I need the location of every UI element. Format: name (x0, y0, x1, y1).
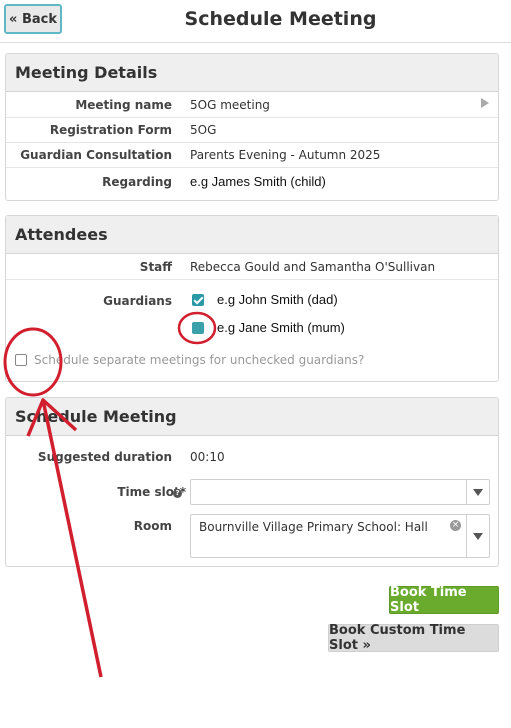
attendees-panel: Attendees Staff Rebecca Gould and Samant… (5, 215, 499, 382)
play-arrow-icon[interactable] (481, 98, 489, 108)
guardian-consultation-label: Guardian Consultation (20, 148, 172, 162)
room-select[interactable]: Bournville Village Primary School: Hall … (190, 514, 490, 558)
staff-value: Rebecca Gould and Samantha O'Sullivan (190, 260, 436, 274)
timeslot-row: Time slot* ? (6, 479, 498, 505)
room-value: Bournville Village Primary School: Hall (199, 520, 428, 534)
registration-form-row: Registration Form 5OG (6, 117, 498, 143)
clear-icon[interactable]: × (450, 520, 461, 531)
separate-meetings-checkbox[interactable] (15, 354, 27, 366)
guardian-2-name: e.g Jane Smith (mum) (217, 320, 345, 335)
duration-row: Suggested duration 00:10 (6, 450, 498, 470)
header-bar: « Back Schedule Meeting (0, 0, 511, 43)
schedule-meeting-heading: Schedule Meeting (6, 398, 498, 436)
regarding-value: e.g James Smith (child) (190, 174, 326, 189)
guardian-row-2: e.g Jane Smith (mum) (6, 320, 498, 344)
separate-meetings-row: Schedule separate meetings for unchecked… (6, 352, 498, 372)
duration-label: Suggested duration (37, 450, 172, 464)
meeting-name-label: Meeting name (75, 98, 172, 112)
book-custom-time-slot-button[interactable]: Book Custom Time Slot » (328, 623, 499, 653)
guardians-label: Guardians (103, 294, 172, 308)
room-dropdown-toggle[interactable] (466, 515, 489, 557)
timeslot-select[interactable] (190, 479, 490, 505)
guardian-row-1: Guardians e.g John Smith (dad) (6, 292, 498, 317)
chevron-down-icon (473, 532, 483, 540)
book-time-slot-button[interactable]: Book Time Slot (389, 585, 499, 615)
guardian-2-checkbox[interactable] (192, 322, 204, 334)
timeslot-dropdown-toggle[interactable] (466, 480, 489, 504)
guardian-consultation-row: Guardian Consultation Parents Evening - … (6, 142, 498, 168)
duration-value: 00:10 (190, 450, 225, 464)
meeting-details-heading: Meeting Details (6, 54, 498, 92)
guardian-1-checkbox[interactable] (192, 294, 204, 306)
separate-meetings-label[interactable]: Schedule separate meetings for unchecked… (34, 353, 364, 367)
meeting-name-value: 5OG meeting (190, 98, 270, 112)
chevron-down-icon (473, 488, 483, 496)
guardian-consultation-value: Parents Evening - Autumn 2025 (190, 148, 381, 162)
room-row: Room Bournville Village Primary School: … (6, 514, 498, 558)
staff-label: Staff (139, 260, 172, 274)
regarding-row: Regarding e.g James Smith (child) (6, 167, 498, 200)
staff-row: Staff Rebecca Gould and Samantha O'Sulli… (6, 254, 498, 280)
page-title: Schedule Meeting (184, 8, 377, 30)
regarding-label: Regarding (102, 175, 172, 189)
guardian-1-name: e.g John Smith (dad) (217, 292, 338, 307)
attendees-heading: Attendees (6, 216, 498, 254)
registration-form-label: Registration Form (49, 123, 172, 137)
meeting-name-row: Meeting name 5OG meeting (6, 92, 498, 118)
registration-form-value: 5OG (190, 123, 217, 137)
help-icon[interactable]: ? (173, 489, 182, 498)
room-label: Room (133, 519, 172, 533)
schedule-meeting-panel: Schedule Meeting Suggested duration 00:1… (5, 397, 499, 567)
meeting-details-panel: Meeting Details Meeting name 5OG meeting… (5, 53, 499, 201)
